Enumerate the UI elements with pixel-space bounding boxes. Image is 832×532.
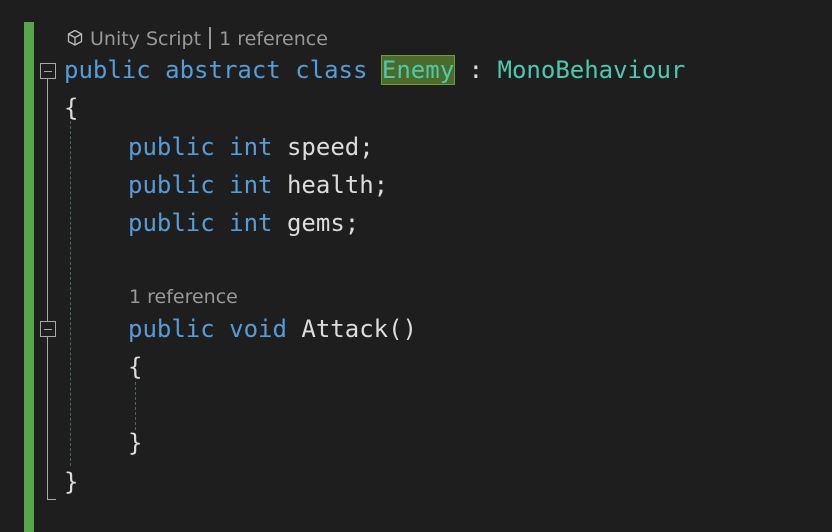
change-indicator-bar xyxy=(24,22,34,532)
class-name-enemy[interactable]: Enemy xyxy=(380,55,456,85)
base-class-name[interactable]: MonoBehaviour xyxy=(498,56,686,84)
unity-script-link[interactable]: Unity Script xyxy=(90,28,201,50)
code-line-gems-field[interactable]: public int gems; xyxy=(128,208,359,238)
code-line-open-brace[interactable]: { xyxy=(64,93,78,123)
indent-guide-class xyxy=(70,116,71,466)
method-references-link[interactable]: 1 reference xyxy=(129,286,238,308)
outline-line-class xyxy=(47,79,48,499)
code-line-class-declaration[interactable]: public abstract class Enemy : MonoBehavi… xyxy=(64,55,685,85)
code-line-health-field[interactable]: public int health; xyxy=(128,170,388,200)
codelens-method: 1 reference xyxy=(129,285,238,309)
indent-guide-method xyxy=(135,382,136,430)
method-name-attack[interactable]: Attack() xyxy=(301,315,417,343)
class-references-link[interactable]: 1 reference xyxy=(219,28,328,50)
code-line-speed-field[interactable]: public int speed; xyxy=(128,132,374,162)
code-line-attack-method[interactable]: public void Attack() xyxy=(128,314,417,344)
unity-cube-icon xyxy=(66,29,84,53)
collapse-method-button[interactable] xyxy=(40,321,56,337)
code-line-method-open-brace[interactable]: { xyxy=(128,352,142,382)
outline-end-class xyxy=(47,499,56,500)
code-line-class-close-brace[interactable]: } xyxy=(64,467,78,497)
codelens-class: Unity Script 1 reference xyxy=(66,27,328,53)
collapse-class-button[interactable] xyxy=(40,63,56,79)
codelens-separator xyxy=(209,27,212,49)
code-line-method-close-brace[interactable]: } xyxy=(128,428,142,458)
